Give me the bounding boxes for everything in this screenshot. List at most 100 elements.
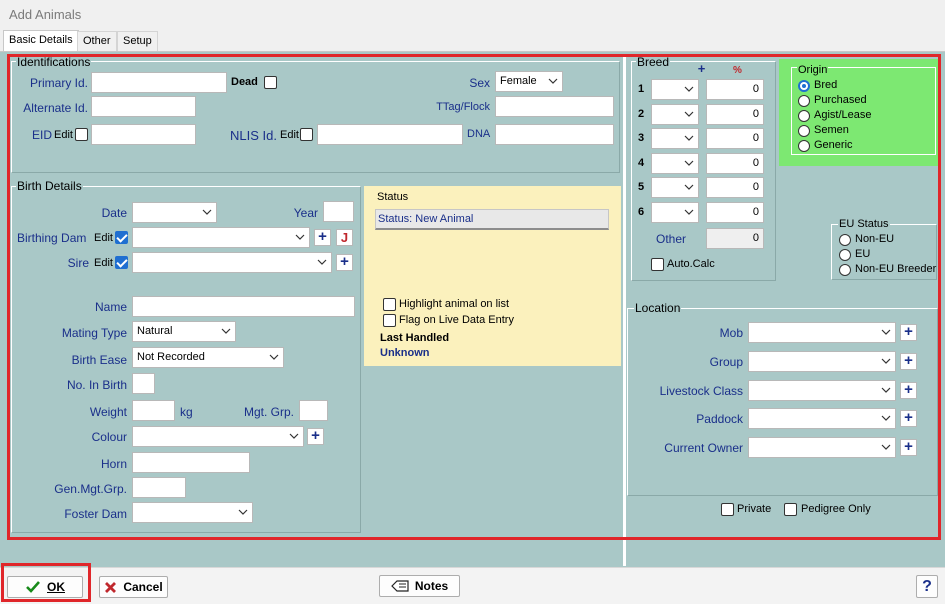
origin-radio[interactable] (798, 110, 810, 122)
ok-button[interactable]: OK (7, 576, 83, 598)
chevron-down-icon (881, 413, 891, 423)
eid-input[interactable] (91, 124, 196, 145)
origin-radio[interactable] (798, 80, 810, 92)
mob-select[interactable] (748, 322, 896, 343)
breed-percent-input[interactable]: 0 (706, 202, 764, 223)
mgt-grp-input[interactable] (299, 400, 328, 421)
flag-label: Flag on Live Data Entry (399, 314, 514, 326)
breed-percent-input[interactable]: 0 (706, 79, 764, 100)
vertical-divider (623, 54, 626, 566)
breed-select[interactable] (651, 152, 699, 174)
birth-ease-select[interactable]: Not Recorded (132, 347, 284, 368)
mating-type-select[interactable]: Natural (132, 321, 236, 342)
current-owner-select[interactable] (748, 437, 896, 459)
gen-mgt-grp-input[interactable] (132, 477, 186, 498)
tab-setup[interactable]: Setup (117, 31, 158, 51)
status-title: Status (377, 191, 409, 203)
pedigree-only-checkbox[interactable] (784, 503, 797, 516)
name-input[interactable] (132, 296, 355, 317)
help-button[interactable]: ? (916, 575, 938, 598)
add-sire-button[interactable]: + (336, 254, 353, 271)
dam-link-icon[interactable]: J (336, 229, 353, 246)
eu-status-radio[interactable] (839, 264, 851, 276)
breed-percent-input[interactable]: 0 (706, 128, 764, 150)
group-select[interactable] (748, 350, 896, 372)
origin-option-label: Generic (814, 139, 853, 151)
colour-select[interactable] (132, 426, 304, 447)
date-picker[interactable] (132, 202, 217, 223)
add-mob-button[interactable]: + (900, 324, 917, 341)
breed-percent-input[interactable]: 0 (706, 103, 764, 125)
horn-input[interactable] (132, 452, 250, 473)
breed-percent-input[interactable]: 0 (706, 152, 764, 174)
eu-status-radio[interactable] (839, 234, 851, 246)
status-value: Status: New Animal (375, 209, 609, 230)
origin-radio[interactable] (798, 95, 810, 107)
dead-checkbox[interactable] (264, 76, 277, 89)
mating-type-value: Natural (137, 325, 173, 337)
eu-status-radio[interactable] (839, 249, 851, 261)
flag-checkbox[interactable] (383, 314, 396, 327)
sire-edit-checkbox[interactable] (115, 256, 128, 269)
chevron-down-icon (684, 109, 694, 119)
origin-title: Origin (797, 64, 829, 76)
cancel-button[interactable]: Cancel (99, 576, 168, 598)
origin-option-label: Semen (814, 124, 849, 136)
autocalc-checkbox[interactable] (651, 258, 664, 271)
sex-select[interactable]: Female (495, 71, 563, 92)
alternate-id-input[interactable] (91, 96, 196, 117)
breed-percent-input[interactable]: 0 (706, 177, 764, 199)
tab-other[interactable]: Other (77, 31, 117, 51)
add-dam-button[interactable]: + (314, 229, 331, 246)
breed-select[interactable] (651, 177, 699, 199)
nlis-id-label: NLIS Id. (230, 128, 277, 143)
weight-input[interactable] (132, 400, 175, 421)
tab-basic-details[interactable]: Basic Details (3, 30, 79, 52)
ok-label: OK (47, 580, 65, 594)
livestock-class-label: Livestock Class (659, 383, 743, 398)
dam-edit-checkbox[interactable] (115, 231, 128, 244)
ttag-flock-input[interactable] (495, 96, 614, 117)
private-checkbox[interactable] (721, 503, 734, 516)
origin-radio[interactable] (798, 140, 810, 152)
name-label: Name (94, 300, 127, 314)
paddock-label: Paddock (696, 412, 743, 427)
add-paddock-button[interactable]: + (900, 410, 917, 428)
highlight-checkbox[interactable] (383, 298, 396, 311)
birthing-dam-select[interactable] (132, 227, 310, 248)
eid-edit-label: Edit (54, 129, 73, 141)
identifications-title: Identifications (16, 55, 92, 69)
birthing-dam-label: Birthing Dam (17, 231, 87, 245)
foster-dam-label: Foster Dam (64, 507, 127, 521)
primary-id-input[interactable] (91, 72, 227, 93)
livestock-class-select[interactable] (748, 379, 896, 401)
paddock-select[interactable] (748, 408, 896, 430)
colour-label: Colour (91, 430, 127, 444)
add-breed-button[interactable]: + (695, 62, 708, 76)
dna-input[interactable] (495, 124, 614, 145)
add-livestock-class-button[interactable]: + (900, 381, 917, 399)
year-input[interactable] (323, 201, 354, 222)
nlis-edit-checkbox[interactable] (300, 128, 313, 141)
foster-dam-select[interactable] (132, 502, 253, 523)
add-colour-button[interactable]: + (307, 428, 324, 445)
breed-select[interactable] (651, 103, 699, 125)
nlis-id-input[interactable] (317, 124, 463, 145)
close-icon (105, 581, 117, 593)
eid-label: EID (32, 128, 53, 142)
current-owner-label: Current Owner (664, 441, 743, 456)
add-group-button[interactable]: + (900, 352, 917, 370)
breed-select[interactable] (651, 79, 699, 100)
breed-select[interactable] (651, 202, 699, 223)
no-in-birth-input[interactable] (132, 373, 155, 394)
sire-select[interactable] (132, 252, 332, 273)
add-current-owner-button[interactable]: + (900, 439, 917, 457)
chevron-down-icon (881, 356, 891, 366)
date-label: Date (101, 206, 127, 220)
eid-edit-checkbox[interactable] (75, 128, 88, 141)
origin-radio[interactable] (798, 125, 810, 137)
mob-label: Mob (719, 326, 743, 340)
breed-select[interactable] (651, 128, 699, 150)
kg-label: kg (180, 405, 193, 419)
notes-button[interactable]: Notes (379, 575, 460, 597)
